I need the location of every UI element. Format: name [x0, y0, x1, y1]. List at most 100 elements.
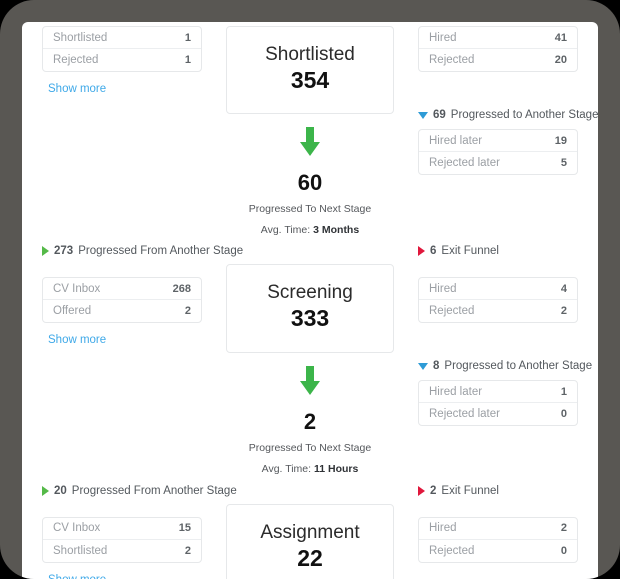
triangle-down-icon: [418, 362, 428, 370]
progression-label: Progressed To Next Stage: [248, 441, 372, 454]
stat-value: 19: [554, 134, 567, 147]
progression-avg-time: Avg. Time: 3 Months: [261, 224, 359, 236]
avg-time-value: 11 Hours: [313, 462, 359, 475]
stat-row[interactable]: Hired 2: [419, 518, 577, 540]
source-stat-box: CV Inbox 268 Offered 2: [42, 277, 202, 324]
funnel-row-assignment: 20 Progressed From Another Stage CV Inbo…: [22, 484, 598, 579]
stat-label: Rejected: [429, 305, 475, 318]
triangle-down-icon: [418, 111, 428, 119]
stat-row[interactable]: Rejected 2: [419, 300, 577, 322]
stat-row[interactable]: Rejected 1: [43, 49, 201, 71]
stat-row[interactable]: Rejected 20: [419, 49, 577, 71]
progression-avg-time: Avg. Time: 11 Hours: [262, 463, 359, 475]
triangle-right-icon: [42, 246, 49, 257]
stat-value: 1: [184, 31, 191, 44]
row-shortlisted-center-column: Shortlisted 354 60 Progressed To Next St…: [216, 22, 404, 236]
flow-text: Progressed From Another Stage: [71, 484, 237, 497]
row-assignment-right-column: 2 Exit Funnel Hired 2 Rejected 0: [404, 484, 598, 563]
progression-block: 2 Progressed To Next Stage Avg. Time: 11…: [249, 353, 371, 475]
exit-stat-box: Hired 2 Rejected 0: [418, 516, 578, 563]
stat-value: 41: [554, 31, 567, 44]
row-screening-right-column: 6 Exit Funnel Hired 4 Rejected 2 8 Progr…: [404, 244, 598, 427]
stage-card-screening[interactable]: Screening 333: [226, 264, 394, 353]
exit-funnel-header[interactable]: 6 Exit Funnel: [418, 244, 578, 258]
exit-stat-box: Hired 41 Rejected 20: [418, 26, 578, 72]
progressed-stat-box: Hired later 1 Rejected later 0: [418, 380, 578, 427]
avg-time-value: 3 Months: [313, 224, 360, 237]
source-stat-box: CV Inbox 15 Shortlisted 2: [42, 516, 202, 563]
arrow-down-icon: [298, 127, 322, 157]
stat-label: Rejected later: [429, 408, 500, 421]
stat-label: CV Inbox: [53, 282, 101, 295]
funnel-row-shortlisted: Shortlisted 1 Rejected 1 Show more Short…: [22, 22, 598, 236]
stat-row[interactable]: Rejected 0: [419, 540, 577, 562]
progression-count: 2: [303, 408, 317, 434]
flow-text: Progressed to Another Stage: [450, 109, 598, 121]
progression-label: Progressed To Next Stage: [248, 203, 372, 216]
arrow-down-icon: [298, 365, 322, 396]
stat-label: Shortlisted: [53, 544, 108, 557]
row-shortlisted-right-column: Hired 41 Rejected 20 69 Progressed to An…: [404, 22, 598, 175]
progressed-from-another-stage-header[interactable]: 273 Progressed From Another Stage: [42, 244, 243, 258]
stage-card-shortlisted[interactable]: Shortlisted 354: [226, 26, 394, 115]
stat-value: 2: [560, 305, 567, 318]
stat-label: Hired later: [429, 134, 483, 147]
progressed-stat-box: Hired later 19 Rejected later 5: [418, 129, 578, 175]
stat-value: 2: [184, 305, 191, 318]
flow-count: 69: [433, 109, 446, 121]
stat-row[interactable]: Shortlisted 2: [43, 540, 201, 562]
flow-count: 2: [430, 484, 437, 497]
device-bezel: Shortlisted 1 Rejected 1 Show more Short…: [0, 0, 620, 579]
progressed-from-another-stage-header[interactable]: 20 Progressed From Another Stage: [42, 484, 237, 498]
stat-value: 2: [184, 544, 191, 557]
row-shortlisted-left-column: Shortlisted 1 Rejected 1 Show more: [22, 22, 216, 97]
show-more-link[interactable]: Show more: [48, 83, 106, 95]
row-screening-left-column: 273 Progressed From Another Stage CV Inb…: [22, 244, 243, 348]
avg-time-prefix: Avg. Time:: [261, 462, 314, 475]
source-stat-box: Shortlisted 1 Rejected 1: [42, 26, 202, 72]
stat-row[interactable]: Hired later 19: [419, 130, 577, 152]
stat-row[interactable]: Hired 4: [419, 278, 577, 301]
exit-funnel-header[interactable]: 2 Exit Funnel: [418, 484, 578, 498]
stat-value: 5: [560, 157, 567, 169]
recruitment-funnel: Shortlisted 1 Rejected 1 Show more Short…: [22, 22, 598, 579]
stat-label: Rejected: [53, 54, 99, 66]
stat-row[interactable]: CV Inbox 15: [43, 518, 201, 540]
progressed-to-another-stage-header[interactable]: 8 Progressed to Another Stage: [418, 359, 592, 373]
flow-count: 273: [54, 245, 74, 258]
stat-value: 4: [560, 282, 567, 295]
show-more-link[interactable]: Show more: [48, 574, 106, 579]
stage-card-assignment[interactable]: Assignment 22: [226, 503, 394, 579]
stat-row[interactable]: Hired 41: [419, 27, 577, 49]
stat-label: Rejected: [429, 54, 475, 66]
stat-label: CV Inbox: [53, 522, 101, 535]
progression-count: 60: [297, 170, 323, 196]
screen-viewport: Shortlisted 1 Rejected 1 Show more Short…: [22, 22, 598, 579]
stat-value: 0: [560, 408, 567, 421]
stat-value: 20: [554, 54, 567, 66]
stat-value: 2: [560, 522, 567, 535]
stat-label: Shortlisted: [53, 31, 108, 44]
stage-name: Screening: [267, 282, 353, 304]
show-more-link[interactable]: Show more: [48, 334, 106, 346]
stage-name: Assignment: [260, 521, 360, 543]
stat-row[interactable]: Hired later 1: [419, 381, 577, 404]
triangle-right-icon: [418, 246, 425, 257]
flow-count: 20: [54, 484, 67, 497]
stat-row[interactable]: Rejected later 0: [419, 403, 577, 425]
stat-row[interactable]: Rejected later 5: [419, 152, 577, 174]
stage-count: 22: [297, 544, 323, 571]
stat-label: Hired: [429, 31, 457, 44]
stat-row[interactable]: CV Inbox 268: [43, 278, 201, 301]
stage-count: 333: [290, 305, 330, 332]
stage-count: 354: [290, 66, 330, 93]
stat-value: 0: [560, 544, 567, 557]
stat-row[interactable]: Shortlisted 1: [43, 27, 201, 49]
progressed-to-another-stage-header[interactable]: 69 Progressed to Another Stage: [418, 108, 598, 122]
exit-stat-box: Hired 4 Rejected 2: [418, 277, 578, 324]
stat-row[interactable]: Offered 2: [43, 300, 201, 322]
flow-text: Exit Funnel: [441, 245, 499, 258]
stage-name: Shortlisted: [265, 44, 355, 65]
stat-label: Hired later: [429, 385, 483, 398]
stat-value: 268: [172, 282, 191, 295]
